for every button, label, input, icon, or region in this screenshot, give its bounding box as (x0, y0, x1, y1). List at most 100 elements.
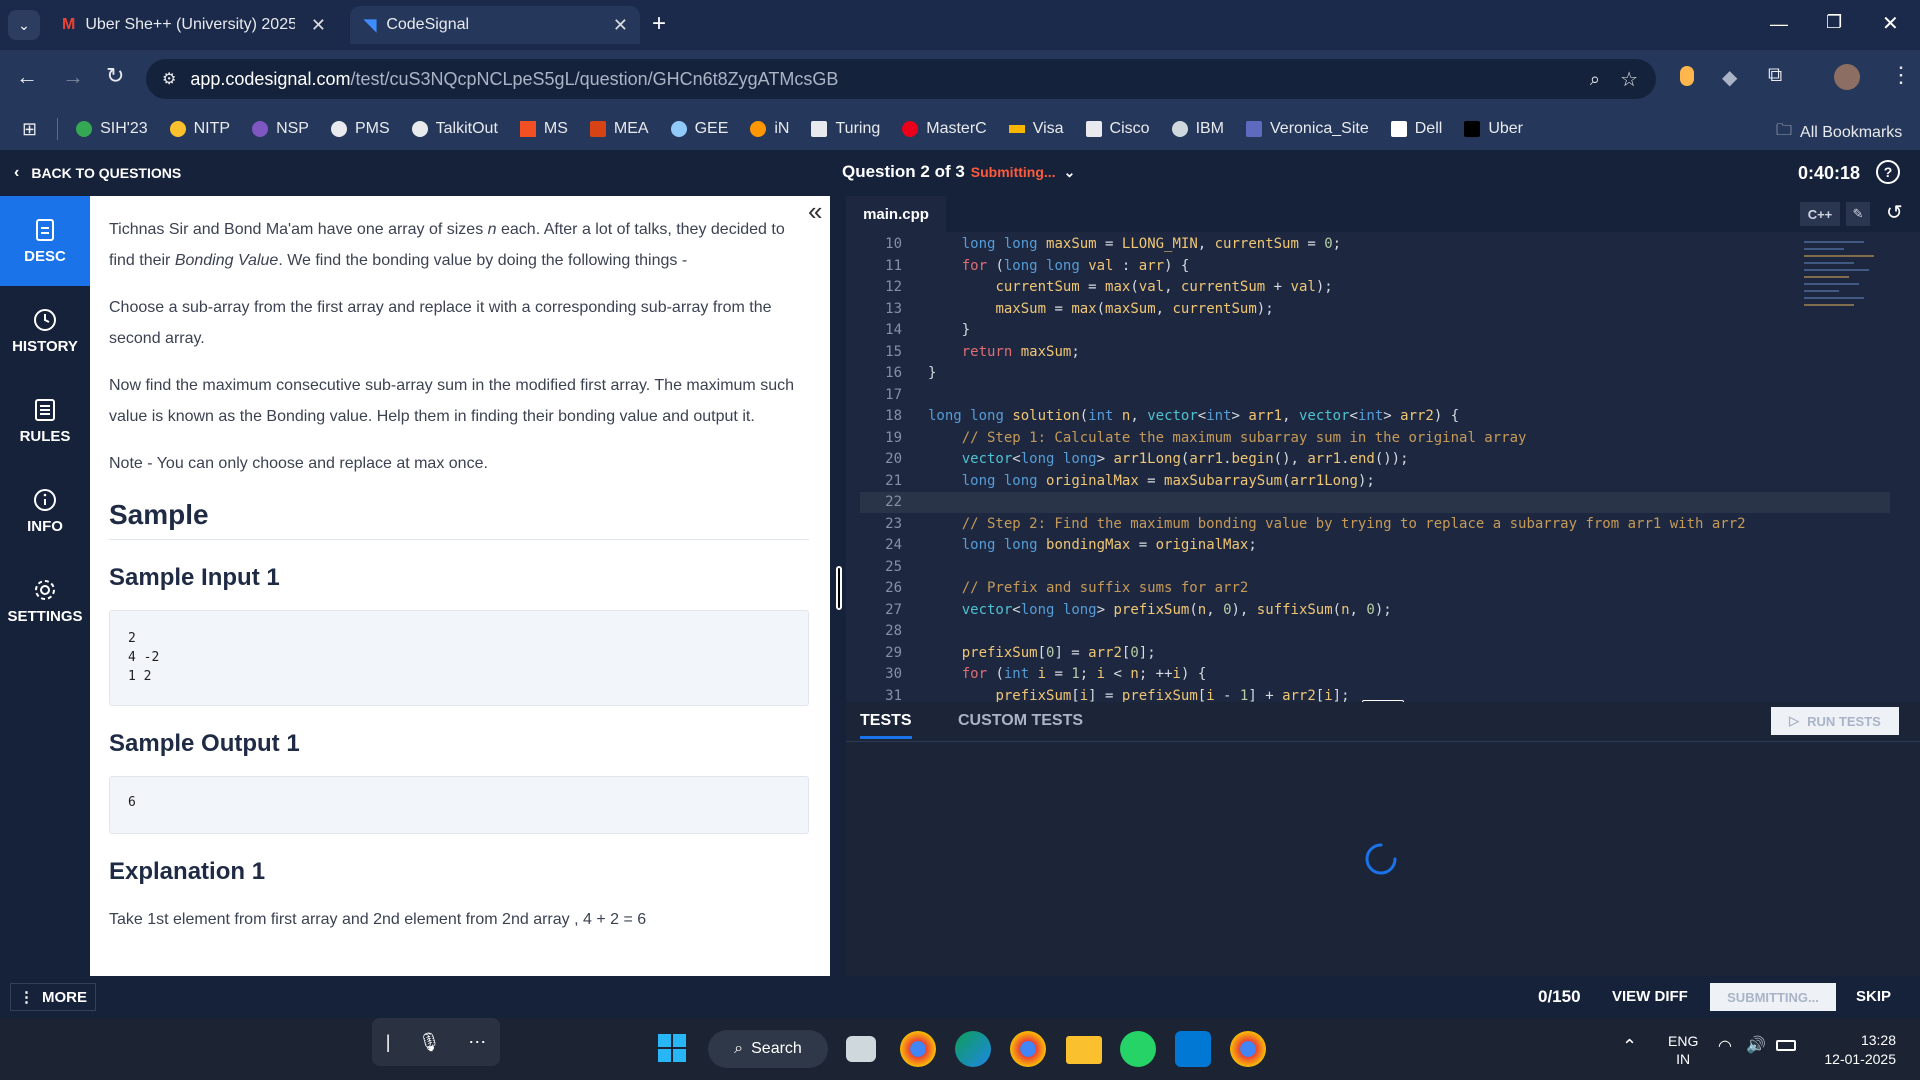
collapse-panel-icon[interactable]: « (808, 196, 822, 227)
chrome-icon[interactable] (1010, 1031, 1046, 1067)
browser-menu-icon[interactable]: ⋮ (1890, 62, 1912, 88)
code-line[interactable]: 12 currentSum = max(val, currentSum + va… (860, 277, 1890, 298)
extension-icon[interactable]: ◆ (1722, 65, 1737, 90)
microphone-icon[interactable]: 🎙 (418, 1032, 441, 1053)
code-line[interactable]: 20 vector<long long> arr1Long(arr1.begin… (860, 449, 1890, 470)
file-tab[interactable]: main.cpp (846, 196, 946, 232)
taskbar-search[interactable]: ⌕ Search (708, 1030, 828, 1068)
back-to-questions-button[interactable]: ‹ BACK TO QUESTIONS (14, 164, 181, 182)
all-bookmarks[interactable]: 🗀 All Bookmarks (1776, 119, 1902, 146)
chevron-up-icon[interactable]: ⌃ (1622, 1036, 1637, 1057)
bookmark-star-icon[interactable]: ☆ (1620, 67, 1638, 92)
bookmark-item[interactable]: SIH'23 (76, 120, 148, 138)
wifi-icon[interactable]: ◠ (1718, 1036, 1732, 1056)
bookmark-item[interactable]: PMS (330, 120, 390, 138)
whatsapp-icon[interactable] (1120, 1031, 1156, 1067)
bookmark-item[interactable]: Visa (1008, 120, 1064, 138)
bookmark-item[interactable]: Cisco (1085, 120, 1150, 138)
reload-icon[interactable]: ↻ (106, 63, 124, 89)
forward-arrow-icon[interactable]: → (62, 64, 84, 90)
bookmark-item[interactable]: GEE (670, 120, 728, 138)
language-selector[interactable]: C++ (1800, 202, 1840, 226)
bookmark-item[interactable]: MasterC (902, 120, 987, 138)
new-tab-icon[interactable]: + (652, 10, 666, 38)
window-close-icon[interactable]: ✕ (1882, 11, 1899, 36)
bookmark-item[interactable]: TalkitOut (411, 120, 498, 138)
code-line[interactable]: 19 // Step 1: Calculate the maximum suba… (860, 428, 1890, 449)
file-explorer-icon[interactable] (1066, 1036, 1102, 1064)
close-tab-icon[interactable]: ✕ (311, 15, 326, 36)
volume-icon[interactable]: 🔊 (1746, 1035, 1766, 1055)
extension-icon[interactable] (1680, 66, 1694, 86)
code-line[interactable]: 22 (860, 492, 1890, 513)
code-line[interactable]: 11 for (long long val : arr) { (860, 256, 1890, 277)
restore-icon[interactable]: ❐ (1826, 12, 1842, 33)
bookmark-item[interactable]: IBM (1171, 120, 1224, 138)
chrome-icon[interactable] (1230, 1031, 1266, 1067)
bookmark-item[interactable]: Uber (1464, 120, 1523, 138)
edge-icon[interactable] (955, 1031, 991, 1067)
code-line[interactable]: 23 // Step 2: Find the maximum bonding v… (860, 514, 1890, 535)
chrome-icon[interactable] (900, 1031, 936, 1067)
edit-pencil-icon[interactable]: ✎ (1846, 202, 1870, 226)
minimize-icon[interactable]: — (1770, 14, 1788, 35)
code-line[interactable]: 16} (860, 363, 1890, 384)
code-line[interactable]: 14 } (860, 320, 1890, 341)
nav-desc[interactable]: DESC (0, 196, 90, 286)
close-tab-icon[interactable]: ✕ (613, 15, 628, 36)
bookmark-item[interactable]: iN (750, 120, 789, 138)
site-info-icon[interactable]: ⚙ (162, 69, 176, 89)
view-diff-button[interactable]: VIEW DIFF (1612, 988, 1688, 1005)
more-button[interactable]: ⋮ MORE (10, 983, 96, 1011)
reset-history-icon[interactable]: ↺ (1886, 200, 1903, 225)
code-line[interactable]: 30 for (int i = 1; i < n; ++i) { (860, 664, 1890, 685)
help-icon[interactable]: ? (1876, 160, 1900, 184)
code-line[interactable]: 15 return maxSum; (860, 342, 1890, 363)
code-line[interactable]: 26 // Prefix and suffix sums for arr2 (860, 578, 1890, 599)
code-line[interactable]: 13 maxSum = max(maxSum, currentSum); (860, 299, 1890, 320)
bookmark-item[interactable]: Turing (811, 120, 880, 138)
apps-grid-icon[interactable]: ⊞ (22, 119, 37, 140)
task-view-icon[interactable] (846, 1036, 876, 1062)
bookmark-item[interactable]: Dell (1390, 120, 1442, 138)
url-field[interactable]: ⚙ app.codesignal.com /test/cuS3NQcpNCLpe… (146, 59, 1656, 99)
more-icon[interactable]: ⋯ (468, 1032, 486, 1053)
nav-rules[interactable]: RULES (0, 376, 90, 466)
tab-codesignal[interactable]: ◥ CodeSignal ✕ (350, 6, 640, 44)
voice-widget[interactable]: | 🎙 ⋯ (372, 1018, 500, 1066)
run-tests-button[interactable]: ▷ RUN TESTS (1771, 707, 1899, 735)
code-line[interactable]: 28 (860, 621, 1890, 642)
nav-settings[interactable]: SETTINGS (0, 556, 90, 646)
clock[interactable]: 13:28 12-01-2025 (1816, 1031, 1896, 1069)
splitter-handle[interactable] (836, 566, 842, 610)
code-line[interactable]: 25 (860, 557, 1890, 578)
panel-splitter[interactable] (830, 196, 846, 976)
submit-button[interactable]: SUBMITTING... (1710, 983, 1836, 1011)
nav-history[interactable]: HISTORY (0, 286, 90, 376)
extensions-puzzle-icon[interactable]: ⧉ (1768, 64, 1782, 87)
skip-button[interactable]: SKIP (1856, 988, 1891, 1005)
vscode-icon[interactable] (1175, 1031, 1211, 1067)
bookmark-item[interactable]: NITP (169, 120, 230, 138)
code-line[interactable]: 21 long long originalMax = maxSubarraySu… (860, 471, 1890, 492)
code-line[interactable]: 29 prefixSum[0] = arr2[0]; (860, 643, 1890, 664)
language-indicator[interactable]: ENG IN (1668, 1032, 1698, 1068)
tab-gmail[interactable]: M Uber She++ (University) 2025: C ✕ (48, 6, 338, 44)
code-line[interactable]: 18 long long solution(int n, vector<int> … (860, 406, 1890, 427)
zoom-icon[interactable]: ⌕ (1590, 69, 1600, 90)
tab-custom-tests[interactable]: CUSTOM TESTS (958, 712, 1083, 730)
bookmark-item[interactable]: MEA (589, 120, 649, 138)
code-line[interactable]: 10 long long maxSum = LLONG_MIN, current… (860, 234, 1890, 255)
back-arrow-icon[interactable]: ← (16, 64, 38, 90)
tab-search-button[interactable]: ⌄ (8, 10, 40, 40)
nav-info[interactable]: INFO (0, 466, 90, 556)
profile-avatar[interactable] (1834, 64, 1860, 90)
bookmark-item[interactable]: NSP (252, 120, 309, 138)
code-line[interactable]: 27 vector<long long> prefixSum(n, 0), su… (860, 600, 1890, 621)
question-selector[interactable]: Question 2 of 3 Submitting... ⌄ (842, 162, 1075, 182)
bookmark-item[interactable]: Veronica_Site (1246, 120, 1369, 138)
battery-icon[interactable] (1776, 1040, 1796, 1051)
start-windows-icon[interactable] (658, 1034, 686, 1062)
code-lines[interactable]: 10 long long maxSum = LLONG_MIN, current… (860, 234, 1890, 704)
code-line[interactable]: 24 long long bondingMax = originalMax; (860, 535, 1890, 556)
